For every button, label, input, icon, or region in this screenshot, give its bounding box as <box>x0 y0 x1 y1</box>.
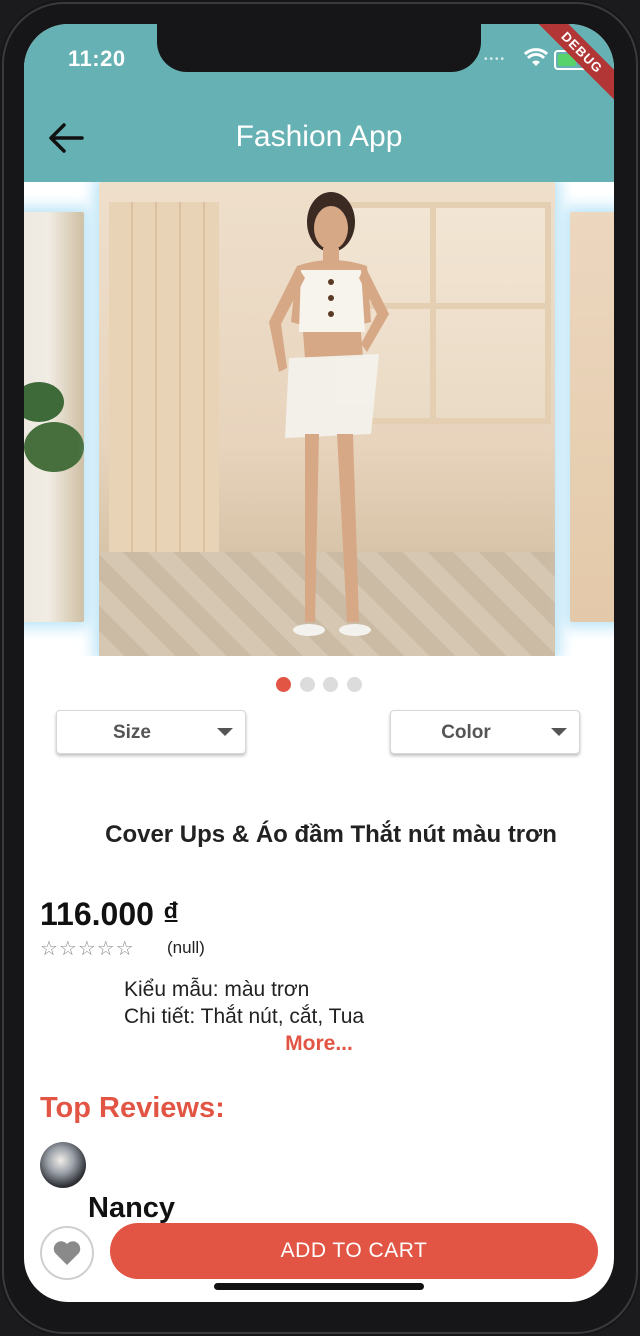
caret-down-icon <box>551 728 567 736</box>
status-time: 11:20 <box>68 46 126 71</box>
size-dropdown-label: Size <box>112 722 152 743</box>
signal-icon: •••• <box>484 54 507 65</box>
page-dot <box>299 677 315 692</box>
page-dot-active <box>276 677 292 692</box>
rating-stars: ☆☆☆☆☆ <box>40 938 135 960</box>
product-image-carousel[interactable] <box>24 182 614 656</box>
reviewer-avatar <box>40 1142 86 1188</box>
size-dropdown[interactable]: Size <box>56 710 246 754</box>
carousel-page-indicator <box>24 677 614 693</box>
reviews-heading: Top Reviews: <box>40 1092 225 1124</box>
carousel-next-image[interactable] <box>570 212 614 622</box>
product-price: 116.000 ₫ <box>40 896 180 932</box>
page-title: Fashion App <box>235 120 403 153</box>
page-dot <box>323 677 339 692</box>
product-name: Cover Ups & Áo đầm Thắt nút màu trơn <box>105 821 557 848</box>
reviewer-name: Nancy <box>88 1192 176 1224</box>
product-detail-line: Chi tiết: Thắt nút, cắt, Tua <box>124 1005 365 1028</box>
product-model-photo <box>269 192 389 636</box>
wifi-icon <box>524 48 548 66</box>
add-to-cart-button[interactable]: ADD TO CART <box>110 1223 598 1279</box>
color-dropdown-label: Color <box>441 722 491 743</box>
carousel-current-image[interactable] <box>99 182 555 656</box>
product-detail-line: Kiểu mẫu: màu trơn <box>124 978 310 1001</box>
caret-down-icon <box>217 728 233 736</box>
color-dropdown[interactable]: Color <box>390 710 580 754</box>
page-dot <box>346 677 362 692</box>
device-notch <box>157 24 481 72</box>
carousel-prev-image[interactable] <box>24 212 84 622</box>
favorite-button[interactable] <box>40 1226 94 1280</box>
more-link[interactable]: More... <box>24 1032 614 1056</box>
app-screen: 11:20 •••• DEBUG Fashion App Size Color … <box>24 24 614 1302</box>
app-bar: 11:20 •••• DEBUG Fashion App <box>24 24 614 182</box>
rating-text: (null) <box>167 938 205 957</box>
home-indicator <box>214 1283 424 1290</box>
heart-icon <box>53 1241 81 1265</box>
